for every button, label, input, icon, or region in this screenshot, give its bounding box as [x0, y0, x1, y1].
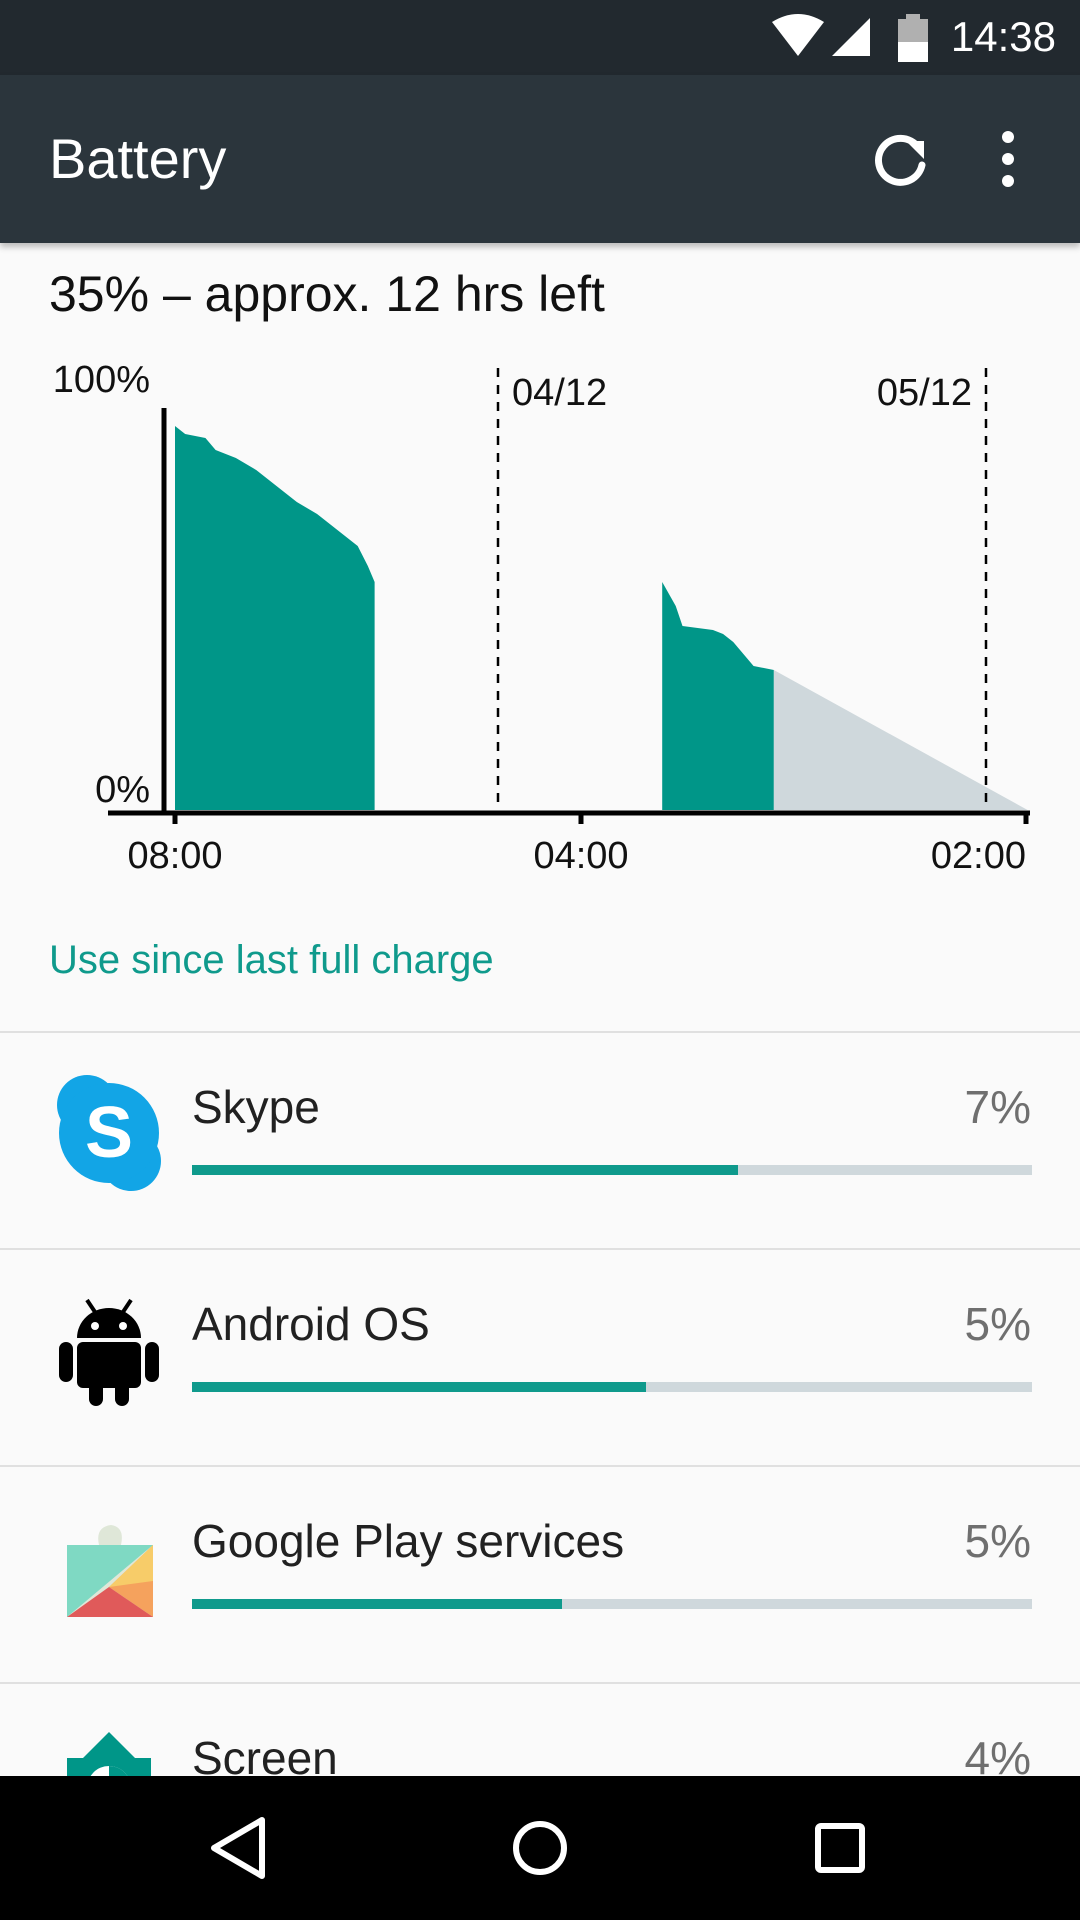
usage-bar [192, 1599, 1032, 1609]
chart-date-label: 04/12 [512, 372, 607, 414]
google-play-services-icon [67, 1525, 153, 1617]
chart-series-discharge-2 [662, 582, 774, 810]
chart-y-label: 100% [53, 359, 150, 401]
usage-bar-fill [192, 1165, 738, 1175]
back-icon[interactable] [200, 1808, 280, 1888]
recents-icon[interactable] [800, 1808, 880, 1888]
overflow-menu-icon[interactable] [968, 119, 1048, 199]
page-title: Battery [49, 127, 227, 190]
battery-summary: 35% – approx. 12 hrs left [49, 266, 605, 322]
navigation-bar [0, 1776, 1080, 1920]
list-item-android-os[interactable]: Android OS 5% [0, 1250, 1080, 1466]
usage-bar-fill [192, 1382, 646, 1392]
android-icon [59, 1298, 159, 1406]
battery-history-chart: 04/12 05/12 100% 0% 08:00 04:00 02:00 [53, 359, 1030, 870]
usage-bar-fill [192, 1599, 562, 1609]
chart-series-projected [773, 670, 1028, 810]
app-percent: 5% [964, 1515, 1031, 1567]
home-icon[interactable] [500, 1808, 580, 1888]
list-item-google-play-services[interactable]: Google Play services 5% [0, 1467, 1080, 1683]
list-item-skype[interactable]: S Skype 7% [0, 1033, 1080, 1249]
app-name: Android OS [192, 1298, 430, 1350]
chart-x-label: 02:00 [931, 835, 1026, 870]
skype-icon: S [57, 1075, 161, 1191]
app-name: Skype [192, 1081, 320, 1133]
wifi-icon [772, 14, 824, 56]
app-name: Google Play services [192, 1515, 625, 1567]
app-percent: 5% [964, 1298, 1031, 1350]
chart-series-discharge-1 [175, 426, 375, 810]
status-icons [772, 14, 870, 56]
status-bar: 14:38 [0, 0, 1080, 75]
battery-icon [898, 14, 928, 62]
svg-text:S: S [85, 1093, 133, 1173]
cell-signal-icon [832, 18, 870, 56]
chart-date-label: 05/12 [877, 372, 972, 414]
refresh-icon[interactable] [860, 119, 940, 199]
usage-bar [192, 1165, 1032, 1175]
usage-bar [192, 1382, 1032, 1392]
chart-x-label: 08:00 [127, 835, 222, 870]
chart-x-label: 04:00 [533, 835, 628, 870]
chart-y-label: 0% [95, 769, 150, 811]
app-percent: 7% [964, 1081, 1031, 1133]
app-bar: Battery [0, 75, 1080, 243]
status-time: 14:38 [950, 13, 1056, 60]
use-since-full-charge-link[interactable]: Use since last full charge [49, 935, 494, 985]
